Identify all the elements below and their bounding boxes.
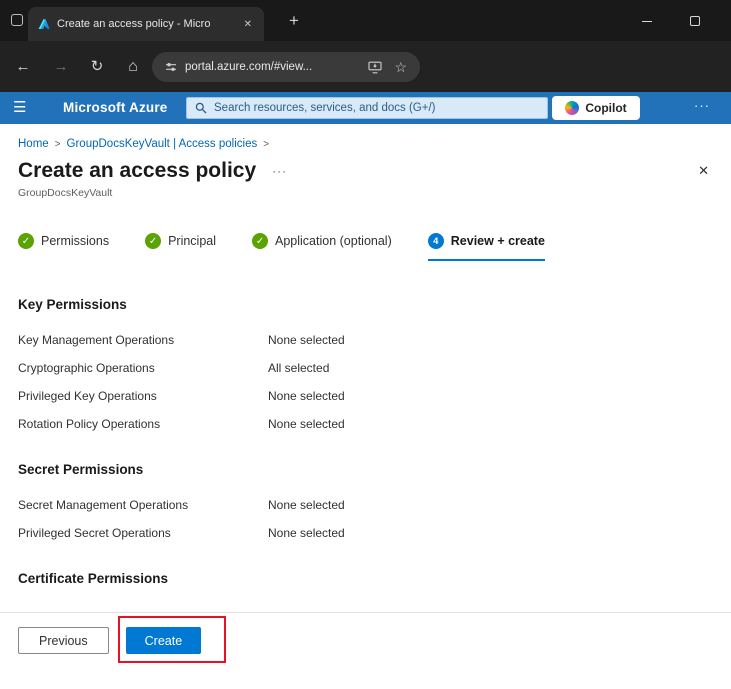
breadcrumb-home-link[interactable]: Home	[18, 138, 49, 150]
step-label: Application (optional)	[275, 234, 392, 248]
azure-brand[interactable]: Microsoft Azure	[63, 100, 168, 115]
permission-label: Privileged Key Operations	[18, 389, 268, 403]
workspaces-icon[interactable]	[11, 14, 23, 26]
create-button-wrap: Create	[126, 627, 202, 654]
permission-label: Key Management Operations	[18, 333, 268, 347]
favorite-star-icon[interactable]: ☆	[394, 60, 407, 74]
tab-permissions[interactable]: ✓ Permissions	[18, 233, 109, 261]
permission-label: Secret Management Operations	[18, 498, 268, 512]
url-text: portal.azure.com/#view...	[185, 61, 356, 73]
permission-value: All selected	[268, 361, 713, 375]
permission-label: Rotation Policy Operations	[18, 417, 268, 431]
refresh-button[interactable]: ↻	[86, 57, 108, 77]
previous-button[interactable]: Previous	[18, 627, 109, 654]
new-tab-button[interactable]: +	[282, 9, 306, 33]
title-more-icon[interactable]: ···	[272, 164, 287, 178]
secret-permissions-rows: Secret Management Operations None select…	[0, 491, 731, 547]
page-title: Create an access policy	[18, 158, 256, 184]
section-title-certificate-permissions: Certificate Permissions	[18, 571, 713, 586]
tab-close-icon[interactable]: ✕	[241, 17, 255, 32]
search-input[interactable]	[214, 102, 539, 114]
browser-tab-active[interactable]: Create an access policy - Micro ✕	[28, 7, 264, 41]
copilot-icon	[565, 101, 579, 115]
address-bar[interactable]: portal.azure.com/#view... ☆	[152, 52, 420, 82]
portal-search[interactable]	[186, 97, 548, 119]
chevron-right-icon: >	[263, 139, 269, 150]
browser-window: Create an access policy - Micro ✕ + ← → …	[0, 0, 731, 689]
permission-row: Secret Management Operations None select…	[0, 491, 731, 519]
permission-row: Rotation Policy Operations None selected	[0, 410, 731, 438]
send-to-device-icon[interactable]	[368, 61, 382, 74]
permission-row: Cryptographic Operations All selected	[0, 354, 731, 382]
search-icon	[195, 102, 207, 114]
page-subtitle: GroupDocsKeyVault	[18, 187, 713, 199]
minimize-icon	[642, 21, 652, 22]
chevron-right-icon: >	[55, 139, 61, 150]
permission-row: Privileged Secret Operations None select…	[0, 519, 731, 547]
azure-portal-header: ☰ Microsoft Azure Copilot ···	[0, 92, 731, 124]
key-permissions-rows: Key Management Operations None selected …	[0, 326, 731, 438]
close-blade-icon[interactable]: ✕	[694, 161, 713, 181]
step-label: Permissions	[41, 234, 109, 248]
permission-value: None selected	[268, 498, 713, 512]
create-button[interactable]: Create	[126, 627, 202, 654]
section-title-secret-permissions: Secret Permissions	[18, 462, 713, 477]
portal-menu-icon[interactable]: ☰	[13, 99, 26, 117]
tab-title: Create an access policy - Micro	[57, 18, 235, 30]
maximize-icon	[690, 16, 700, 26]
tab-principal[interactable]: ✓ Principal	[145, 233, 216, 261]
step-complete-icon: ✓	[252, 233, 268, 249]
step-complete-icon: ✓	[145, 233, 161, 249]
step-label: Review + create	[451, 234, 545, 248]
wizard-steps: ✓ Permissions ✓ Principal ✓ Application …	[18, 233, 713, 261]
footer-divider	[0, 612, 731, 613]
copilot-button[interactable]: Copilot	[552, 96, 640, 120]
portal-content: Home > GroupDocsKeyVault | Access polici…	[0, 124, 731, 689]
breadcrumb: Home > GroupDocsKeyVault | Access polici…	[18, 138, 713, 150]
permission-value: None selected	[268, 417, 713, 431]
permission-value: None selected	[268, 389, 713, 403]
permission-row: Key Management Operations None selected	[0, 326, 731, 354]
copilot-label: Copilot	[585, 101, 626, 115]
title-row: Create an access policy ··· ✕	[18, 158, 713, 184]
browser-navbar: ← → ↻ ⌂ portal.azure.com/#view...	[0, 41, 731, 92]
forward-button[interactable]: →	[50, 57, 72, 77]
tab-review-create[interactable]: 4 Review + create	[428, 233, 545, 261]
permission-label: Privileged Secret Operations	[18, 526, 268, 540]
step-complete-icon: ✓	[18, 233, 34, 249]
maximize-button[interactable]	[682, 12, 708, 30]
home-button[interactable]: ⌂	[122, 57, 144, 77]
permission-row: Privileged Key Operations None selected	[0, 382, 731, 410]
azure-favicon	[37, 17, 51, 31]
header-more-icon[interactable]: ···	[694, 98, 710, 113]
footer-buttons: Previous Create	[18, 627, 201, 654]
permission-label: Cryptographic Operations	[18, 361, 268, 375]
breadcrumb-keyvault-link[interactable]: GroupDocsKeyVault | Access policies	[67, 138, 258, 150]
minimize-button[interactable]	[634, 12, 660, 30]
step-number-badge: 4	[428, 233, 444, 249]
browser-titlebar: Create an access policy - Micro ✕ +	[0, 0, 731, 41]
permission-value: None selected	[268, 333, 713, 347]
back-button[interactable]: ←	[12, 57, 34, 77]
step-label: Principal	[168, 234, 216, 248]
section-title-key-permissions: Key Permissions	[18, 297, 713, 312]
tab-application-optional[interactable]: ✓ Application (optional)	[252, 233, 392, 261]
site-permissions-icon[interactable]	[165, 61, 177, 73]
permission-value: None selected	[268, 526, 713, 540]
